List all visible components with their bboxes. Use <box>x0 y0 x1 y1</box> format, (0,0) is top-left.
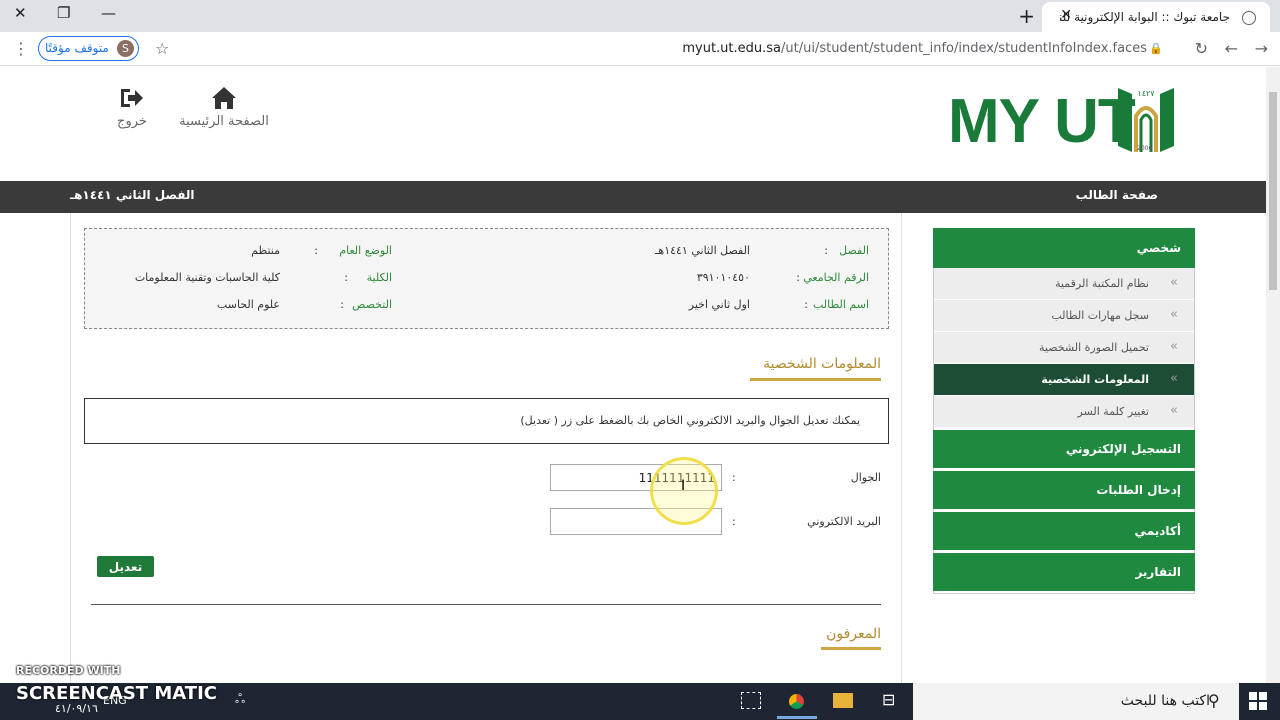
people-icon[interactable]: ஃ <box>235 692 245 708</box>
home-icon <box>212 87 236 109</box>
current-semester: الفصل الثاني ١٤٤١هـ <box>70 188 195 202</box>
scrollbar-thumb[interactable] <box>1269 92 1277 290</box>
colon: : <box>314 244 318 257</box>
page-title-bar: صفحة الطالب الفصل الثاني ١٤٤١هـ <box>0 181 1266 213</box>
browser-tab[interactable]: ✕ جامعة تبوك :: البوابة الإلكترونية للنت <box>1042 2 1270 32</box>
screen-capture-icon[interactable] <box>741 692 761 709</box>
url-path: /ut/ui/student/student_info/index/studen… <box>781 41 1147 56</box>
chevron-left-icon: « <box>1170 371 1178 386</box>
student-id-label: الرقم الجامعي <box>803 271 869 284</box>
watermark-recorded: RECORDED WITH <box>16 664 121 677</box>
close-window-icon[interactable]: ✕ <box>14 4 27 22</box>
chevron-left-icon: « <box>1170 403 1178 418</box>
sidebar-item-digital-library[interactable]: نظام المكتبة الرقمية <box>934 268 1194 300</box>
title-underline <box>821 647 881 650</box>
colon: : <box>732 471 736 484</box>
reload-icon[interactable]: ↻ <box>1195 39 1208 58</box>
semester-value: الفصل الثاني ١٤٤١هـ <box>655 244 750 257</box>
home-label: الصفحة الرئيسية <box>179 114 269 129</box>
browser-tab-bar: ✕ ❐ — + ✕ جامعة تبوك :: البوابة الإلكترو… <box>0 0 1280 32</box>
notice-text: يمكنك تعديل الجوال والبريد الالكتروني ال… <box>520 414 860 427</box>
avatar: S <box>117 40 134 57</box>
semester-label: الفصل <box>839 244 869 257</box>
colon: : <box>344 271 348 284</box>
sidebar-item-skills-record[interactable]: سجل مهارات الطالب <box>934 300 1194 332</box>
active-app-indicator <box>777 716 817 719</box>
watermark-screencast: SCREENCAST MATIC <box>16 683 217 704</box>
forward-arrow-icon[interactable]: → <box>1255 39 1268 58</box>
logout-icon <box>121 89 143 107</box>
college-label: الكلية <box>366 271 392 284</box>
status-value: منتظم <box>251 244 280 257</box>
text-cursor-icon: I <box>681 478 686 494</box>
sidebar-section-e-registration[interactable]: التسجيل الإلكتروني <box>933 430 1195 468</box>
windows-start-icon[interactable] <box>1249 692 1267 710</box>
logo-year: 2006 <box>1137 145 1153 152</box>
mobile-field[interactable] <box>550 464 722 491</box>
minimize-window-icon[interactable]: — <box>101 4 116 22</box>
email-field[interactable] <box>550 508 722 535</box>
major-label: التخصص <box>352 298 392 311</box>
mobile-label: الجوال <box>850 471 881 484</box>
notice-box: يمكنك تعديل الجوال والبريد الالكتروني ال… <box>84 398 889 444</box>
chevron-left-icon: « <box>1170 307 1178 322</box>
back-arrow-icon[interactable]: ← <box>1225 39 1238 58</box>
colon: : <box>804 298 808 311</box>
colon: : <box>824 244 828 257</box>
sync-paused-button[interactable]: متوقف مؤقتًا S <box>38 36 139 61</box>
sidebar-section-personal[interactable]: شخصي <box>933 228 1195 268</box>
bookmark-star-icon[interactable]: ☆ <box>155 39 169 58</box>
sidebar-section-reports[interactable]: التقارير <box>933 553 1195 591</box>
references-title: المعرفون <box>826 626 881 642</box>
colon: : <box>796 271 800 284</box>
personal-info-title: المعلومات الشخصية <box>763 356 881 372</box>
email-label: البريد الالكتروني <box>807 515 881 528</box>
tab-title: جامعة تبوك :: البوابة الإلكترونية للنت <box>1060 10 1230 24</box>
title-underline <box>750 378 881 381</box>
student-id-value: ٣٩١٠١٠٤٥٠ <box>696 271 750 284</box>
logout-label: خروج <box>117 114 147 129</box>
file-explorer-icon[interactable] <box>833 693 853 708</box>
task-view-icon[interactable]: ⊟ <box>882 690 895 709</box>
student-name-value: اول ثاني اخير <box>688 298 750 311</box>
major-value: علوم الحاسب <box>216 298 280 311</box>
globe-icon <box>1242 11 1256 25</box>
sidebar-item-change-password[interactable]: تغيير كلمة السر <box>934 396 1194 428</box>
sidebar-section-academic[interactable]: أكاديمي <box>933 512 1195 550</box>
menu-dots-icon[interactable]: ⋮ <box>13 39 29 58</box>
sidebar-item-upload-photo[interactable]: تحميل الصورة الشخصية <box>934 332 1194 364</box>
edit-button[interactable]: تعديل <box>97 556 154 577</box>
myut-logo[interactable]: MY UT <box>948 86 1136 157</box>
status-label: الوضع العام <box>339 244 392 257</box>
student-info-box: الفصل : الفصل الثاني ١٤٤١هـ الرقم الجامع… <box>84 228 889 329</box>
divider <box>91 604 881 605</box>
college-value: كلية الحاسبات وتقنية المعلومات <box>134 271 280 284</box>
page-title: صفحة الطالب <box>1075 188 1158 202</box>
search-placeholder: اكتب هنا للبحث <box>1120 693 1210 709</box>
chevron-left-icon: « <box>1170 275 1178 290</box>
new-tab-button[interactable]: + <box>1018 4 1035 28</box>
address-bar: ⋮ متوقف مؤقتًا S ☆ myut.ut.edu.sa/ut/ui/… <box>0 32 1280 66</box>
sync-paused-label: متوقف مؤقتًا <box>45 41 109 55</box>
sidebar-section-requests[interactable]: إدخال الطلبات <box>933 471 1195 509</box>
restore-window-icon[interactable]: ❐ <box>57 4 70 22</box>
colon: : <box>732 515 736 528</box>
svg-text:١٤٢٧: ١٤٢٧ <box>1137 89 1155 98</box>
logout-link[interactable]: خروج <box>110 86 154 129</box>
student-name-label: اسم الطالب <box>812 298 869 311</box>
lock-icon[interactable]: 🔒 <box>1149 42 1163 55</box>
home-link[interactable]: الصفحة الرئيسية <box>174 86 274 129</box>
colon: : <box>340 298 344 311</box>
chrome-icon[interactable] <box>787 692 806 711</box>
university-emblem-icon: ١٤٢٧ <box>1118 88 1174 152</box>
url-domain: myut.ut.edu.sa <box>682 41 781 56</box>
url-field[interactable]: myut.ut.edu.sa/ut/ui/student/student_inf… <box>682 41 1147 56</box>
sidebar-item-personal-info[interactable]: المعلومات الشخصية <box>934 364 1194 396</box>
chevron-left-icon: « <box>1170 339 1178 354</box>
